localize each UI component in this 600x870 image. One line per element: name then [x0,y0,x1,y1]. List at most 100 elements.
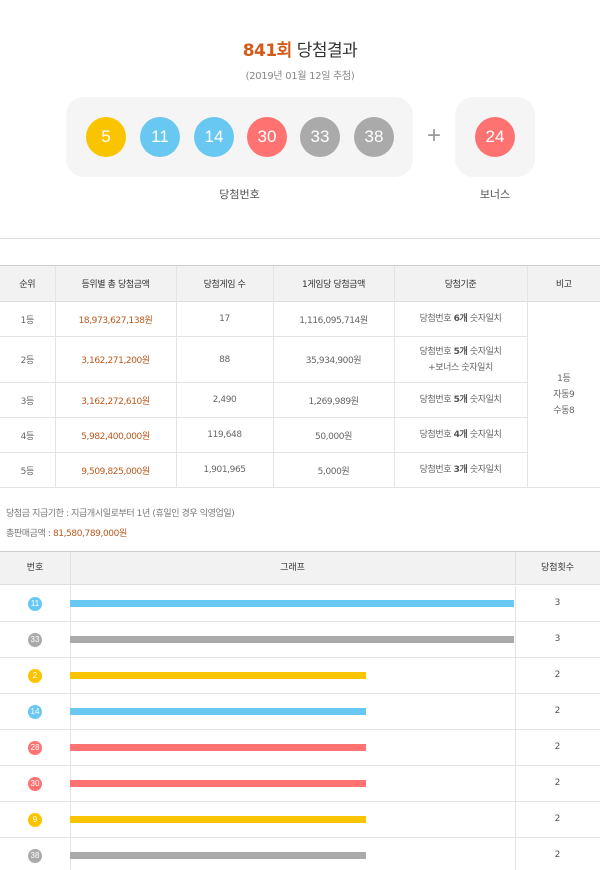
stats-row: 14 2 [0,694,600,730]
total-prize-cell: 9,509,825,000원 [54,452,176,488]
frequency-bar [70,744,366,751]
criteria-prefix: 당첨번호 [419,430,454,440]
prize-row: 3등 3,162,272,610원 2,490 1,269,989원 당첨번호 5개 숫… [0,382,600,418]
winning-games-cell: 17 [175,301,273,337]
winning-games-cell: 2,490 [175,382,273,418]
win-count: 2 [554,778,561,788]
total-sales-text: 총판매금액 : 81,580,789,000원 [6,526,127,539]
stats-row: 92 [0,802,600,838]
col-rank: 순위 [0,265,55,302]
stats-row: 11 3 [0,586,600,622]
rank-cell: 1등 [0,301,55,337]
criteria-suffix: 숫자일치 [467,314,502,324]
criteria-suffix: 숫자일치 [467,430,502,440]
criteria-count: 4개 [453,430,468,440]
criteria-count: 5개 [453,346,468,357]
criteria-prefix: 당첨번호 [419,314,454,324]
stats-row: 38 2 [0,838,600,870]
prize-per-game-cell: 1,269,989원 [272,382,394,418]
winning-numbers-label: 당첨번호 [219,188,260,201]
winning-number-ball: 33 [300,117,340,157]
total-sales-value: 81,580,789,000원 [52,529,127,539]
stats-number-ball: 33 [28,633,42,647]
title-suffix: 당첨결과 [296,41,358,61]
winning-games-cell: 88 [175,336,273,383]
criteria-count: 5개 [453,395,468,405]
prize-row: 2등 3,162,271,200원 88 35,934,900원 당첨번호 5개 숫자일… [0,336,600,383]
win-count: 2 [554,670,561,680]
frequency-bar [70,636,514,643]
rank-cell: 5등 [0,452,55,488]
criteria-count: 6개 [453,314,468,324]
bonus-number-ball: 24 [475,117,515,157]
frequency-bar [70,780,366,787]
prize-row: 1등 18,973,627,138원 17 1,116,095,714원 당첨번호 6개… [0,301,600,488]
bonus-label: 보너스 [479,188,511,201]
total-prize-cell: 3,162,272,610원 [54,382,176,418]
plus-sign: + [426,122,441,149]
stats-table-header: 번호 그래프 당첨횟수 [0,551,600,585]
note-line: 1등 [557,373,571,384]
prize-per-game-cell: 5,000원 [272,452,394,488]
stats-col-count: 당첨횟수 [540,563,575,573]
draw-date: (2019년 01월 12일 추첨) [245,71,355,82]
bonus-number-panel: 24 [455,97,535,177]
page-title: 841회 당첨결과 [0,36,600,61]
prize-table-header: 순위 등위별 총 당첨금액 당첨게임 수 1게임당 당첨금액 당첨기준 비고 [0,265,600,302]
winning-numbers-panel: 5 11 14 30 33 38 [66,97,413,177]
win-count: 3 [554,598,561,608]
winning-number-ball: 5 [86,117,126,157]
stats-number-ball: 28 [28,741,42,755]
rank-cell: 4등 [0,417,55,453]
total-prize-cell: 5,982,400,000원 [54,417,176,453]
criteria-cell: 당첨번호 3개 숫자일치 [393,452,527,488]
total-prize-cell: 18,973,627,138원 [54,301,176,337]
win-count: 2 [554,742,561,752]
frequency-bar [70,708,366,715]
result-header: 841회 당첨결과 (2019년 01월 12일 추첨) [0,36,600,82]
total-sales-label: 총판매금액 : [6,529,53,539]
winning-number-ball: 38 [354,117,394,157]
frequency-bar [70,600,514,607]
prize-row: 4등 5,982,400,000원 119,648 50,000원 당첨번호 4개 숫자… [0,417,600,453]
section-divider [0,238,600,239]
prize-table: 순위 등위별 총 당첨금액 당첨게임 수 1게임당 당첨금액 당첨기준 비고 1… [0,265,600,488]
prize-per-game-cell: 35,934,900원 [272,336,394,383]
rank-cell: 2등 [0,336,55,383]
stats-number-ball: 2 [28,669,42,683]
note-line: 자동9 [553,389,575,400]
winning-number-ball: 14 [194,117,234,157]
stats-number-ball: 38 [28,849,42,863]
stats-col-number: 번호 [26,563,44,573]
frequency-bar [70,672,366,679]
col-winning-games: 당첨게임 수 [175,265,273,302]
total-prize-cell: 3,162,271,200원 [54,336,176,383]
prize-per-game-cell: 1,116,095,714원 [272,301,394,337]
round-number: 841회 [242,41,293,61]
criteria-cell: 당첨번호 5개 숫자일치 +보너스 숫자일치 [393,336,527,383]
note-line: 수동8 [553,405,575,416]
rank-cell: 3등 [0,382,55,418]
winning-number-ball: 11 [140,117,180,157]
win-count: 2 [554,850,561,860]
stats-number-ball: 9 [28,813,42,827]
frequency-bar [70,852,366,859]
criteria-count: 3개 [453,465,468,475]
stats-number-ball: 14 [28,705,42,719]
criteria-suffix: 숫자일치 [467,395,502,405]
criteria-cell: 당첨번호 6개 숫자일치 [393,301,527,337]
claim-period-text: 당첨금 지급기한 : 지급개시일로부터 1년 (휴일인 경우 익영업일) [6,509,235,519]
note-cell: 1등자동9 수동8 [526,301,600,488]
criteria-prefix: 당첨번호 [419,346,454,357]
criteria-bonus: +보너스 숫자일치 [428,362,493,373]
win-count: 3 [554,634,561,644]
criteria-cell: 당첨번호 4개 숫자일치 [393,417,527,453]
win-count: 2 [554,706,561,716]
stats-col-graph: 그래프 [280,563,305,573]
win-count: 2 [554,814,561,824]
stats-number-ball: 11 [28,597,42,611]
stats-row: 28 2 [0,730,600,766]
winning-games-cell: 1,901,965 [175,452,273,488]
criteria-cell: 당첨번호 5개 숫자일치 [393,382,527,418]
col-note: 비고 [526,265,600,302]
